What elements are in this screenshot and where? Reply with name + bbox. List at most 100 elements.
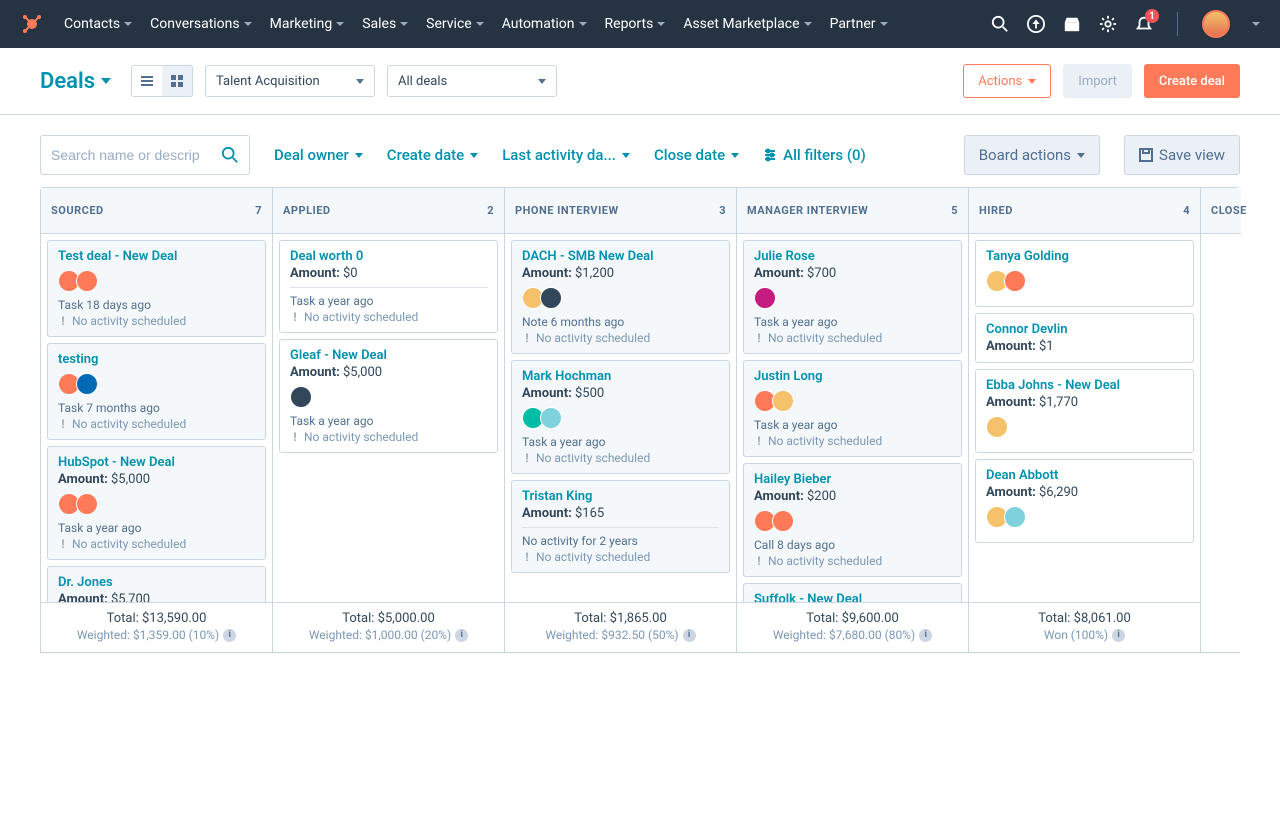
upgrade-icon[interactable] [1027, 15, 1045, 33]
record-chip[interactable] [540, 287, 562, 309]
info-icon[interactable]: i [455, 629, 468, 642]
deal-name[interactable]: Test deal - New Deal [58, 249, 255, 264]
actions-button[interactable]: Actions [963, 64, 1051, 98]
info-icon[interactable]: i [683, 629, 696, 642]
lane-body[interactable]: DACH - SMB New DealAmount: $1,200Note 6 … [505, 234, 736, 602]
info-icon[interactable]: i [223, 629, 236, 642]
deal-card[interactable]: Gleaf - New DealAmount: $5,000Task a yea… [279, 339, 498, 453]
deal-card[interactable]: HubSpot - New DealAmount: $5,000Task a y… [47, 446, 266, 560]
page-title-dropdown[interactable]: Deals [40, 69, 111, 94]
nav-contacts[interactable]: Contacts [64, 16, 132, 32]
record-chip[interactable] [772, 390, 794, 412]
deal-name[interactable]: HubSpot - New Deal [58, 455, 255, 470]
nav-asset-marketplace[interactable]: Asset Marketplace [683, 16, 811, 32]
deal-card[interactable]: Mark HochmanAmount: $500Task a year agoN… [511, 360, 730, 474]
deal-card[interactable]: DACH - SMB New DealAmount: $1,200Note 6 … [511, 240, 730, 354]
deal-name[interactable]: Ebba Johns - New Deal [986, 378, 1183, 393]
deal-card[interactable]: Suffolk - New Deal [743, 583, 962, 602]
nav-sales[interactable]: Sales [362, 16, 408, 32]
record-chip[interactable] [986, 416, 1008, 438]
filter-last-activity[interactable]: Last activity da... [502, 146, 630, 164]
lane-body[interactable]: Test deal - New DealTask 18 days agoNo a… [41, 234, 272, 602]
pipeline-select[interactable]: Talent Acquisition [205, 65, 375, 97]
info-icon[interactable]: i [1112, 629, 1125, 642]
deal-name[interactable]: Dr. Jones [58, 575, 255, 590]
create-deal-button[interactable]: Create deal [1144, 64, 1240, 98]
notifications-icon[interactable]: 1 [1135, 15, 1153, 33]
deal-name[interactable]: Tanya Golding [986, 249, 1183, 264]
nav-marketing[interactable]: Marketing [270, 16, 345, 32]
lane-body[interactable]: Julie RoseAmount: $700Task a year agoNo … [737, 234, 968, 602]
info-icon[interactable]: i [919, 629, 932, 642]
deal-card[interactable]: Julie RoseAmount: $700Task a year agoNo … [743, 240, 962, 354]
saved-view-select[interactable]: All deals [387, 65, 557, 97]
record-chip[interactable] [754, 287, 776, 309]
hubspot-logo-icon[interactable] [20, 12, 44, 36]
chevron-down-icon[interactable] [1252, 22, 1260, 26]
marketplace-icon[interactable] [1063, 15, 1081, 33]
deal-card[interactable]: Tristan KingAmount: $165No activity for … [511, 480, 730, 573]
nav-reports[interactable]: Reports [605, 16, 666, 32]
board-view-toggle[interactable] [162, 66, 192, 96]
lane-weighted: Weighted: $1,000.00 (20%)i [277, 628, 500, 642]
deal-name[interactable]: Suffolk - New Deal [754, 592, 951, 602]
filter-close-date[interactable]: Close date [654, 146, 739, 164]
nav-partner[interactable]: Partner [830, 16, 888, 32]
lane-body[interactable]: Tanya Golding Connor DevlinAmount: $1 Ebba… [969, 234, 1200, 602]
record-chip[interactable] [1004, 270, 1026, 292]
record-chip[interactable] [1004, 506, 1026, 528]
filter-create-date[interactable]: Create date [387, 146, 478, 164]
record-chip[interactable] [76, 270, 98, 292]
lane-body[interactable] [1201, 234, 1241, 602]
deal-name[interactable]: Hailey Bieber [754, 472, 951, 487]
deal-card[interactable]: Dean AbbottAmount: $6,290 [975, 459, 1194, 543]
deal-name[interactable]: Deal worth 0 [290, 249, 487, 264]
nav-conversations[interactable]: Conversations [150, 16, 251, 32]
lane-body[interactable]: Deal worth 0Amount: $0Task a year agoNo … [273, 234, 504, 602]
deal-card[interactable]: Hailey BieberAmount: $200Call 8 days ago… [743, 463, 962, 577]
lane-total: Total: $8,061.00 [973, 611, 1196, 626]
record-chip[interactable] [540, 407, 562, 429]
deal-name[interactable]: Tristan King [522, 489, 719, 504]
last-activity: Task a year ago [290, 294, 487, 308]
deal-name[interactable]: Gleaf - New Deal [290, 348, 487, 363]
list-view-toggle[interactable] [132, 66, 162, 96]
next-activity: No activity scheduled [58, 537, 255, 551]
deal-name[interactable]: Connor Devlin [986, 322, 1183, 337]
record-chip[interactable] [290, 386, 312, 408]
save-view-button[interactable]: Save view [1124, 135, 1240, 175]
user-avatar[interactable] [1202, 10, 1230, 38]
board-actions-button[interactable]: Board actions [964, 135, 1100, 175]
deal-name[interactable]: Mark Hochman [522, 369, 719, 384]
settings-icon[interactable] [1099, 15, 1117, 33]
record-chip[interactable] [772, 510, 794, 532]
deal-name[interactable]: testing [58, 352, 255, 367]
deal-card[interactable]: Dr. JonesAmount: $5,700 [47, 566, 266, 602]
import-button[interactable]: Import [1063, 64, 1132, 98]
deal-name[interactable]: Julie Rose [754, 249, 951, 264]
next-activity: No activity scheduled [290, 310, 487, 324]
deal-name[interactable]: Dean Abbott [986, 468, 1183, 483]
deal-card[interactable]: testingTask 7 months agoNo activity sche… [47, 343, 266, 440]
deal-card[interactable]: Test deal - New DealTask 18 days agoNo a… [47, 240, 266, 337]
filter-deal-owner[interactable]: Deal owner [274, 146, 363, 164]
deal-card[interactable]: Justin LongTask a year agoNo activity sc… [743, 360, 962, 457]
last-activity: Task a year ago [290, 414, 487, 428]
deal-card[interactable]: Deal worth 0Amount: $0Task a year agoNo … [279, 240, 498, 333]
deal-card[interactable]: Ebba Johns - New DealAmount: $1,770 [975, 369, 1194, 453]
associated-records [58, 493, 255, 515]
nav-automation[interactable]: Automation [502, 16, 587, 32]
search-box[interactable] [40, 135, 250, 175]
deal-card[interactable]: Tanya Golding [975, 240, 1194, 307]
nav-service[interactable]: Service [426, 16, 484, 32]
record-chip[interactable] [76, 373, 98, 395]
deal-name[interactable]: DACH - SMB New Deal [522, 249, 719, 264]
lane-count: 7 [255, 204, 262, 217]
last-activity: Task a year ago [58, 521, 255, 535]
search-input[interactable] [51, 147, 213, 163]
record-chip[interactable] [76, 493, 98, 515]
deal-card[interactable]: Connor DevlinAmount: $1 [975, 313, 1194, 363]
filter-all-filters[interactable]: All filters (0) [763, 146, 866, 164]
search-icon[interactable] [991, 15, 1009, 33]
deal-name[interactable]: Justin Long [754, 369, 951, 384]
